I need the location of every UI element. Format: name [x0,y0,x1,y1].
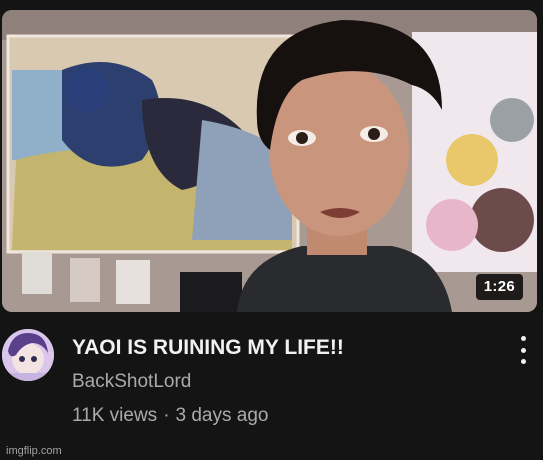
video-stats: 11K views · 3 days ago [72,404,268,428]
upload-age: 3 days ago [175,405,269,426]
dot [520,347,526,353]
video-duration-badge: 1:26 [475,274,523,300]
video-thumbnail[interactable]: 1:26 [2,10,537,312]
channel-avatar[interactable] [2,329,54,381]
dot [520,359,526,364]
avatar-image [2,329,54,381]
video-card[interactable]: 1:26 YAOI IS RUINING MY LIFE!! BackShotL… [0,0,543,460]
video-title[interactable]: YAOI IS RUINING MY LIFE!! [72,335,492,361]
more-vert-icon[interactable] [513,336,533,364]
channel-name[interactable]: BackShotLord [72,370,191,394]
thumbnail-image [2,10,537,312]
stats-separator: · [163,405,170,426]
imgflip-watermark: imgflip.com [6,445,62,457]
view-count: 11K views [72,405,158,426]
dot [520,336,526,341]
